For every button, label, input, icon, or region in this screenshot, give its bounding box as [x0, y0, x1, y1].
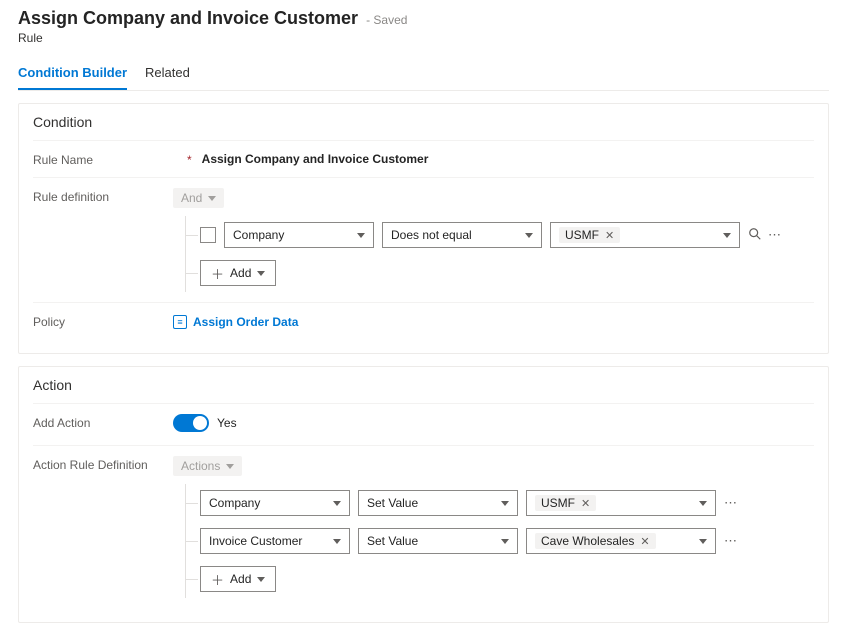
chevron-down-icon — [699, 501, 707, 506]
remove-tag-icon[interactable]: ✕ — [640, 535, 649, 548]
page-subtitle: Rule — [18, 31, 829, 45]
more-icon[interactable]: ⋯ — [724, 495, 739, 511]
more-icon[interactable]: ⋯ — [768, 227, 783, 243]
chevron-down-icon — [257, 271, 265, 276]
action-section-title: Action — [33, 377, 814, 393]
action-value-tag: USMF ✕ — [535, 495, 596, 511]
action-section: Action Add Action Yes Action Rule Defini… — [18, 366, 829, 623]
condition-operator-select[interactable]: Does not equal — [382, 222, 542, 248]
action-root-logic-text: Actions — [181, 459, 220, 473]
action-value-text: Cave Wholesales — [541, 534, 634, 548]
policy-link[interactable]: ≡ Assign Order Data — [173, 315, 298, 329]
action-operator-select[interactable]: Set Value — [358, 490, 518, 516]
condition-root-logic-chip[interactable]: And — [173, 188, 224, 208]
chevron-down-icon — [723, 233, 731, 238]
action-row: Company Set Value USMF ✕ — [200, 484, 814, 522]
condition-section: Condition Rule Name * Assign Company and… — [18, 103, 829, 354]
chevron-down-icon — [333, 501, 341, 506]
action-value-tag: Cave Wholesales ✕ — [535, 533, 656, 549]
search-icon[interactable] — [748, 227, 762, 244]
action-row: Invoice Customer Set Value Cave Wholesal… — [200, 522, 814, 560]
add-action-toggle[interactable] — [173, 414, 209, 432]
action-root-logic-chip[interactable]: Actions — [173, 456, 242, 476]
action-operator-value: Set Value — [367, 496, 418, 510]
condition-value-tag: USMF ✕ — [559, 227, 620, 243]
action-value-select[interactable]: USMF ✕ — [526, 490, 716, 516]
remove-tag-icon[interactable]: ✕ — [581, 497, 590, 510]
chevron-down-icon — [208, 196, 216, 201]
page-title: Assign Company and Invoice Customer — [18, 8, 358, 29]
condition-field-select[interactable]: Company — [224, 222, 374, 248]
condition-section-title: Condition — [33, 114, 814, 130]
policy-entity-icon: ≡ — [173, 315, 187, 329]
condition-row: Company Does not equal USMF ✕ — [200, 216, 814, 254]
condition-field-value: Company — [233, 228, 284, 242]
required-indicator: * — [187, 151, 192, 167]
condition-add-button[interactable]: ＋ Add — [200, 260, 276, 286]
add-action-toggle-label: Yes — [217, 416, 237, 430]
chevron-down-icon — [501, 501, 509, 506]
tab-condition-builder[interactable]: Condition Builder — [18, 59, 127, 90]
action-field-value: Company — [209, 496, 260, 510]
chevron-down-icon — [357, 233, 365, 238]
chevron-down-icon — [501, 539, 509, 544]
action-add-button[interactable]: ＋ Add — [200, 566, 276, 592]
chevron-down-icon — [699, 539, 707, 544]
add-action-label: Add Action — [33, 414, 173, 430]
policy-label: Policy — [33, 313, 173, 329]
action-definition-label: Action Rule Definition — [33, 456, 173, 472]
more-icon[interactable]: ⋯ — [724, 533, 739, 549]
rule-name-value: Assign Company and Invoice Customer — [202, 152, 429, 166]
condition-value-text: USMF — [565, 228, 599, 242]
rule-definition-label: Rule definition — [33, 188, 173, 204]
action-operator-value: Set Value — [367, 534, 418, 548]
condition-row-checkbox[interactable] — [200, 227, 216, 243]
rule-name-label: Rule Name — [33, 151, 173, 167]
chevron-down-icon — [525, 233, 533, 238]
policy-link-text: Assign Order Data — [193, 315, 298, 329]
tab-bar: Condition Builder Related — [18, 59, 829, 91]
action-add-label: Add — [230, 572, 251, 586]
plus-icon: ＋ — [211, 570, 224, 589]
chevron-down-icon — [333, 539, 341, 544]
page-status-suffix: - Saved — [366, 13, 407, 27]
chevron-down-icon — [257, 577, 265, 582]
action-field-select[interactable]: Company — [200, 490, 350, 516]
action-add-row: ＋ Add — [200, 560, 814, 598]
condition-add-label: Add — [230, 266, 251, 280]
action-field-select[interactable]: Invoice Customer — [200, 528, 350, 554]
condition-root-logic-text: And — [181, 191, 202, 205]
condition-value-select[interactable]: USMF ✕ — [550, 222, 740, 248]
action-value-text: USMF — [541, 496, 575, 510]
condition-operator-value: Does not equal — [391, 228, 472, 242]
toggle-thumb — [193, 416, 207, 430]
action-value-select[interactable]: Cave Wholesales ✕ — [526, 528, 716, 554]
action-operator-select[interactable]: Set Value — [358, 528, 518, 554]
tab-related[interactable]: Related — [145, 59, 190, 90]
remove-tag-icon[interactable]: ✕ — [605, 229, 614, 242]
chevron-down-icon — [226, 464, 234, 469]
action-field-value: Invoice Customer — [209, 534, 302, 548]
plus-icon: ＋ — [211, 264, 224, 283]
condition-add-row: ＋ Add — [200, 254, 814, 292]
